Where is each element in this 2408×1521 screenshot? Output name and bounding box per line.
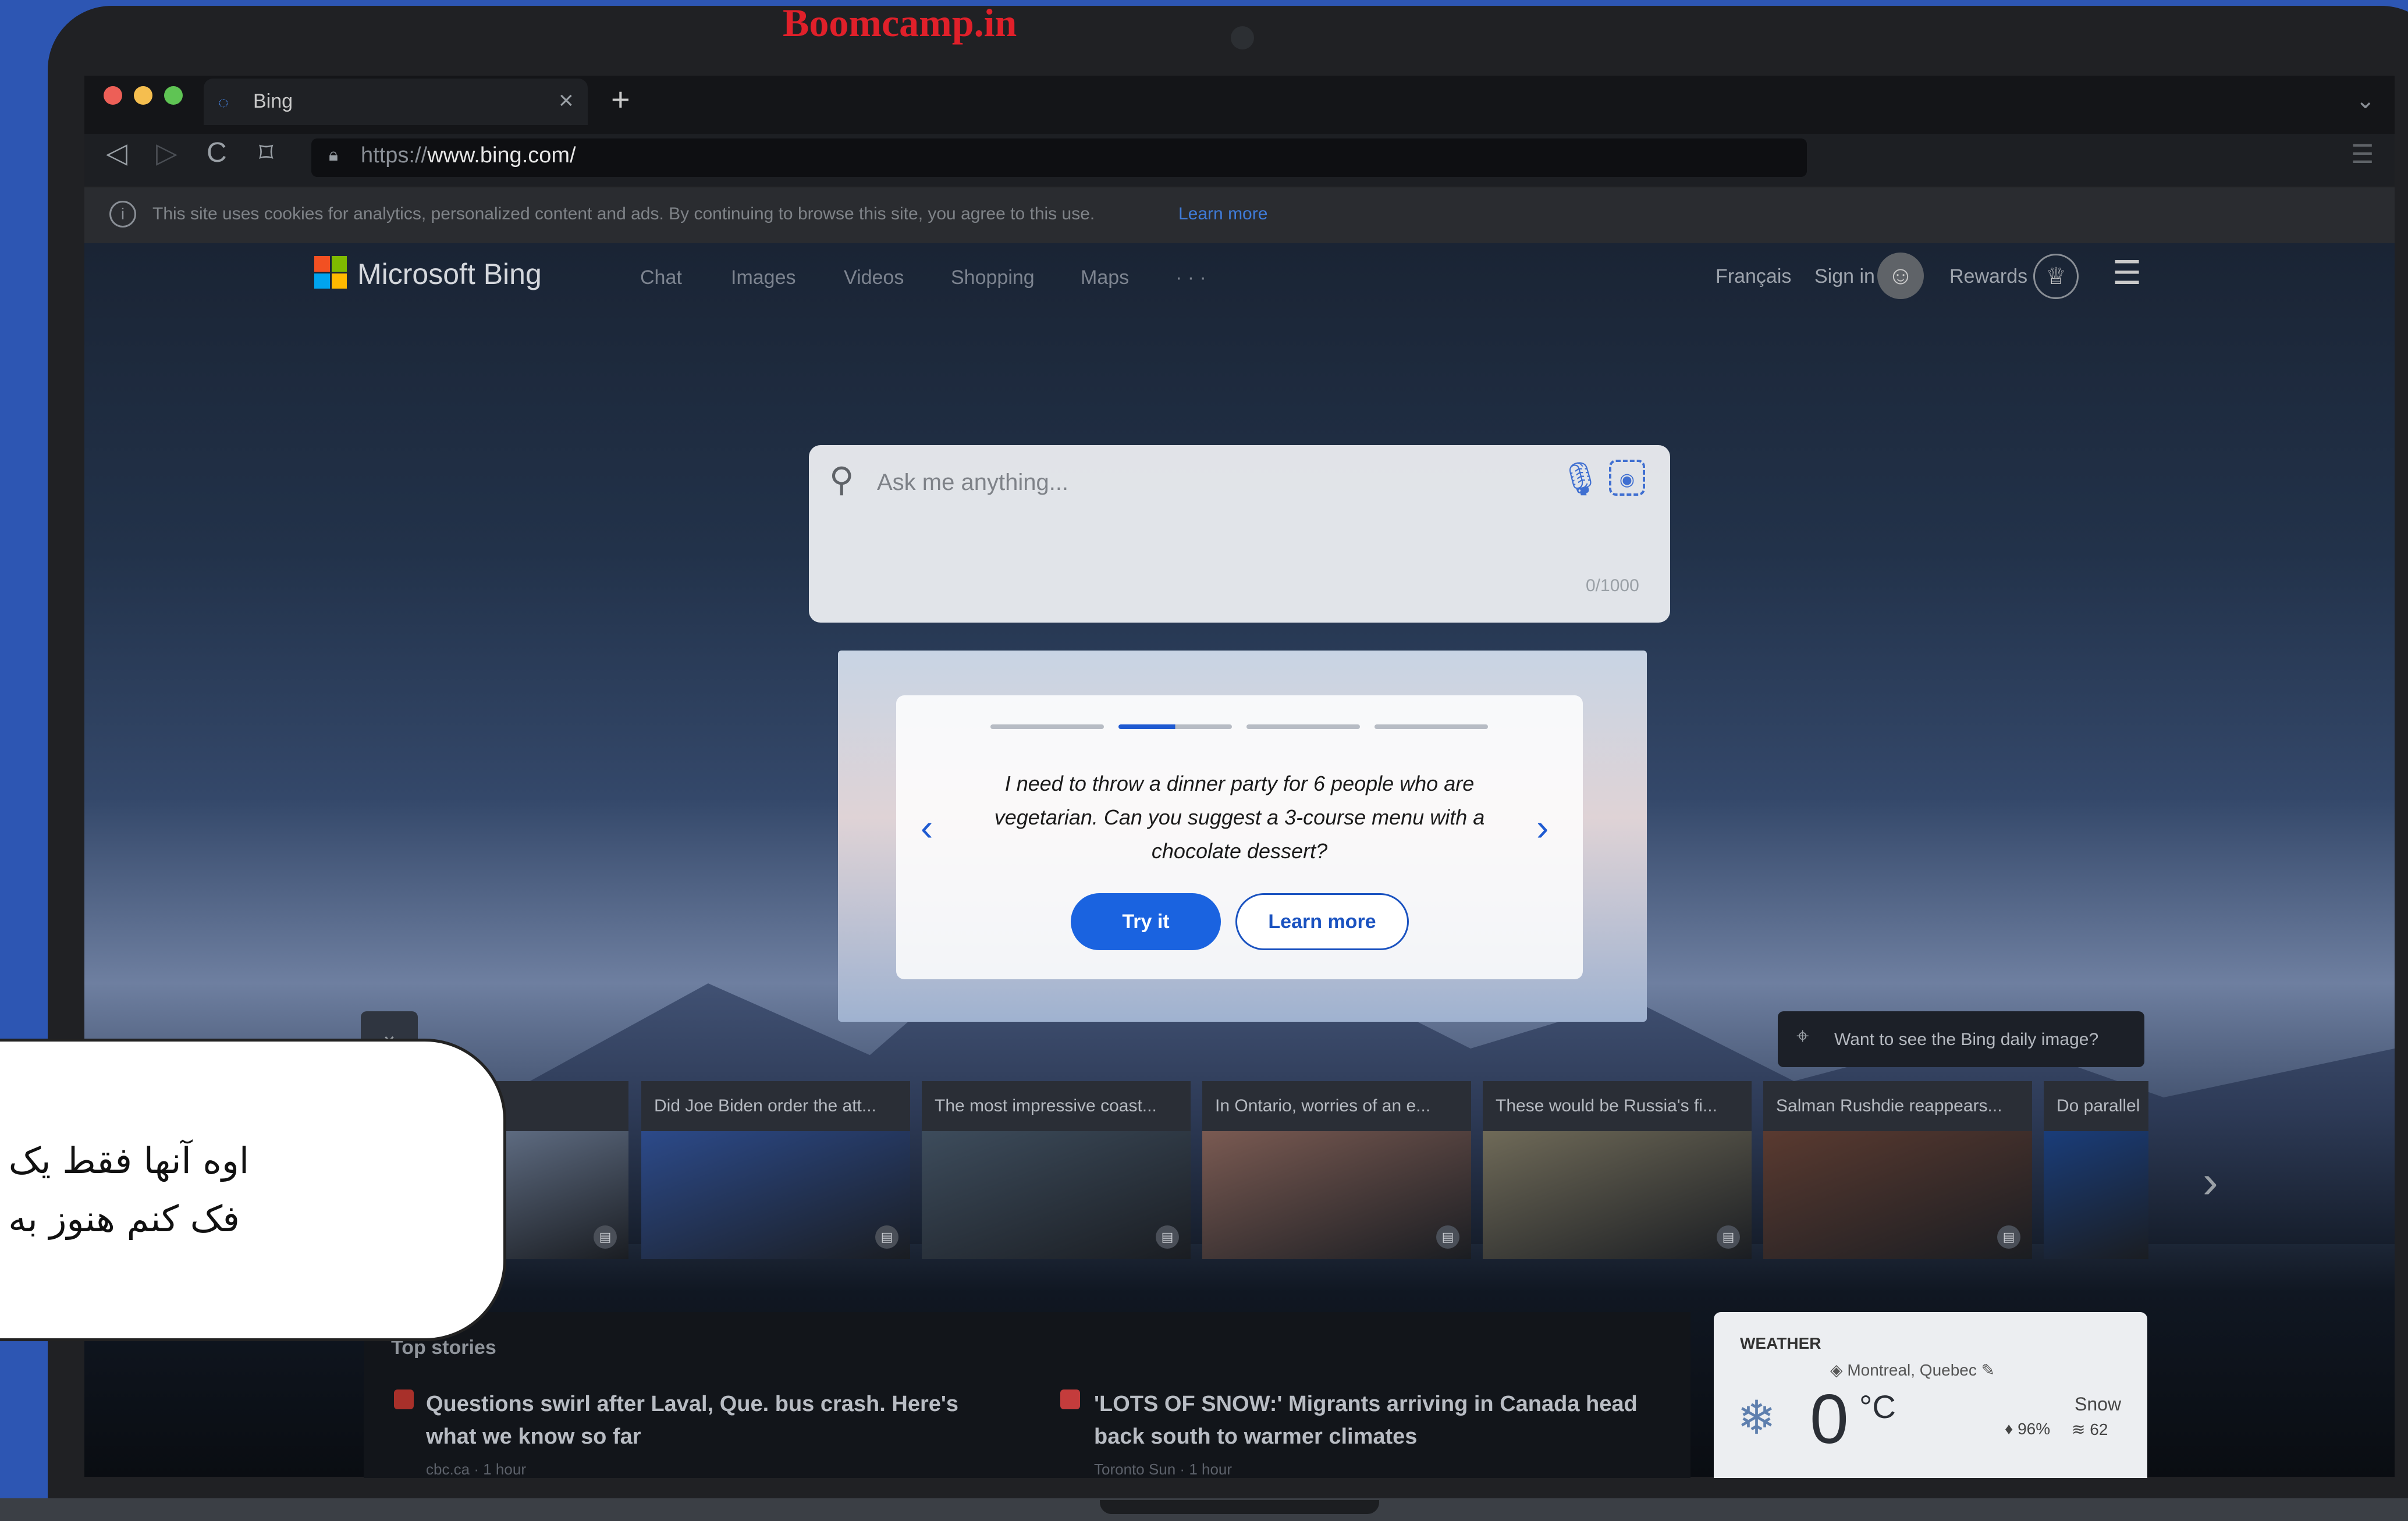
- lock-icon: 🔒︎: [329, 145, 338, 165]
- speech-bubble-line-1: اوه آنها فقط یک نسخه "دم: [0, 1139, 250, 1182]
- carousel-prev-icon[interactable]: ‹: [921, 806, 933, 849]
- news-card-title: The most impressive coast...: [922, 1081, 1191, 1131]
- nav-maps[interactable]: Maps: [1081, 266, 1129, 289]
- news-card-image: [2044, 1131, 2148, 1259]
- story-source-2: Toronto Sun · 1 hour: [1094, 1460, 1233, 1478]
- carousel-indicator-4[interactable]: [1375, 724, 1488, 729]
- close-window-button[interactable]: [104, 86, 122, 105]
- watermark: Boomcamp.in: [783, 1, 1017, 45]
- video-badge-icon: ▤: [1436, 1225, 1459, 1249]
- character-counter: 0/1000: [1586, 576, 1639, 595]
- forward-icon[interactable]: ▷: [156, 137, 177, 169]
- speech-bubble-text: اوه آنها فقط یک نسخه "دم فک کنم هنوز به …: [0, 1132, 486, 1248]
- daily-image-text[interactable]: Want to see the Bing daily image?: [1834, 1030, 2098, 1050]
- microphone-icon[interactable]: 🎙︎: [1560, 460, 1601, 498]
- snow-cloud-icon: ❄: [1737, 1392, 1777, 1444]
- bookmark-icon[interactable]: ⌑: [259, 137, 274, 169]
- minimize-window-button[interactable]: [134, 86, 152, 105]
- weather-temperature: 0: [1810, 1380, 1849, 1458]
- rewards-trophy-icon[interactable]: ♕: [2033, 254, 2079, 299]
- info-icon: i: [109, 201, 136, 228]
- rewards-link[interactable]: Rewards: [1949, 265, 2027, 288]
- learn-more-button[interactable]: Learn more: [1235, 893, 1409, 950]
- search-input[interactable]: [876, 465, 1518, 499]
- nav-shopping[interactable]: Shopping: [951, 266, 1035, 289]
- tab-title: Bing: [253, 90, 293, 112]
- news-card-title: In Ontario, worries of an e...: [1202, 1081, 1471, 1131]
- maximize-window-button[interactable]: [164, 86, 183, 105]
- story-headline-1[interactable]: Questions swirl after Laval, Que. bus cr…: [426, 1388, 1008, 1453]
- nav-images[interactable]: Images: [731, 266, 796, 289]
- try-it-button[interactable]: Try it: [1071, 893, 1221, 950]
- hamburger-menu-icon[interactable]: ☰: [2112, 254, 2141, 292]
- avatar-icon[interactable]: ☺: [1877, 253, 1924, 299]
- microsoft-logo-icon: [314, 256, 347, 289]
- back-icon[interactable]: ◁: [106, 137, 127, 169]
- toronto-sun-source-icon: [1060, 1389, 1080, 1409]
- carousel-indicator-2[interactable]: [1118, 724, 1232, 729]
- bing-favicon-icon: ◌: [218, 93, 229, 112]
- cbc-source-icon: [394, 1389, 414, 1409]
- story-headline-2[interactable]: 'LOTS OF SNOW:' Migrants arriving in Can…: [1094, 1388, 1676, 1453]
- story-source-1: cbc.ca · 1 hour: [426, 1460, 526, 1478]
- location-pin-icon: ⌖: [1796, 1024, 1809, 1049]
- news-card[interactable]: These would be Russia's fi... ▤: [1483, 1081, 1752, 1259]
- search-icon: ⚲: [829, 461, 854, 499]
- reload-icon[interactable]: C: [207, 137, 227, 169]
- cookie-text: This site uses cookies for analytics, pe…: [152, 204, 1095, 223]
- new-tab-button[interactable]: +: [611, 80, 630, 118]
- visual-search-icon[interactable]: ◉: [1609, 460, 1645, 496]
- news-card[interactable]: Salman Rushdie reappears... ▤: [1763, 1081, 2032, 1259]
- video-badge-icon: ▤: [875, 1225, 898, 1249]
- video-badge-icon: ▤: [1997, 1225, 2020, 1249]
- nav-more[interactable]: · · ·: [1175, 266, 1206, 289]
- weather-wind: ≋ 62: [2072, 1420, 2108, 1438]
- speech-bubble: اوه آنها فقط یک نسخه "دم فک کنم هنوز به …: [0, 1039, 506, 1341]
- humidity-value: 96%: [2018, 1420, 2051, 1438]
- sign-in-link[interactable]: Sign in: [1814, 265, 1875, 288]
- news-card-image: [922, 1131, 1191, 1259]
- brand-name[interactable]: Microsoft Bing: [357, 257, 542, 291]
- wind-value: 62: [2090, 1420, 2108, 1438]
- news-next-chevron-icon[interactable]: ›: [2203, 1155, 2218, 1209]
- tab-close-icon[interactable]: ×: [559, 86, 574, 115]
- url-text[interactable]: https://www.bing.com/: [361, 143, 576, 168]
- news-card[interactable]: In Ontario, worries of an e... ▤: [1202, 1081, 1471, 1259]
- carousel-indicator-1[interactable]: [990, 724, 1104, 729]
- nav-chat[interactable]: Chat: [640, 266, 682, 289]
- url-domain: www.bing.com/: [427, 143, 576, 168]
- url-prefix: https://: [361, 143, 428, 168]
- weather-unit[interactable]: °C: [1859, 1388, 1896, 1426]
- webcam: [1231, 26, 1254, 49]
- news-card-title: Do parallel: [2044, 1081, 2148, 1131]
- carousel-indicator-3[interactable]: [1246, 724, 1360, 729]
- news-card-image: [1763, 1131, 2032, 1259]
- news-card-title: Salman Rushdie reappears...: [1763, 1081, 2032, 1131]
- video-badge-icon: ▤: [1717, 1225, 1740, 1249]
- news-card[interactable]: Do parallel: [2044, 1081, 2148, 1259]
- weather-title: WEATHER: [1740, 1334, 1821, 1352]
- news-card-image: [641, 1131, 910, 1259]
- news-card[interactable]: The most impressive coast... ▤: [922, 1081, 1191, 1259]
- weather-condition: Snow: [2075, 1394, 2122, 1415]
- news-card-title: Did Joe Biden order the att...: [641, 1081, 910, 1131]
- video-badge-icon: ▤: [594, 1225, 617, 1249]
- carousel-next-icon[interactable]: ›: [1536, 806, 1548, 849]
- nav-videos[interactable]: Videos: [844, 266, 904, 289]
- weather-location-text: Montreal, Quebec: [1847, 1361, 1977, 1379]
- tab-list-chevron-icon[interactable]: ⌄: [2356, 87, 2375, 114]
- news-card-image: [1483, 1131, 1752, 1259]
- language-link[interactable]: Français: [1716, 265, 1791, 288]
- browser-menu-icon[interactable]: ☰: [2351, 140, 2374, 169]
- cookie-learn-more-link[interactable]: Learn more: [1178, 204, 1267, 224]
- news-card-image: [1202, 1131, 1471, 1259]
- weather-humidity: ♦ 96%: [2005, 1420, 2051, 1438]
- weather-location[interactable]: ◈ Montreal, Quebec ✎: [1830, 1360, 1995, 1380]
- video-badge-icon: ▤: [1156, 1225, 1179, 1249]
- laptop-notch: [1100, 1500, 1379, 1514]
- promo-prompt-text: I need to throw a dinner party for 6 peo…: [994, 772, 1485, 863]
- speech-bubble-line-2: فک کنم هنوز به طور کامل: [0, 1197, 240, 1240]
- news-card[interactable]: Did Joe Biden order the att... ▤: [641, 1081, 910, 1259]
- news-card-title: These would be Russia's fi...: [1483, 1081, 1752, 1131]
